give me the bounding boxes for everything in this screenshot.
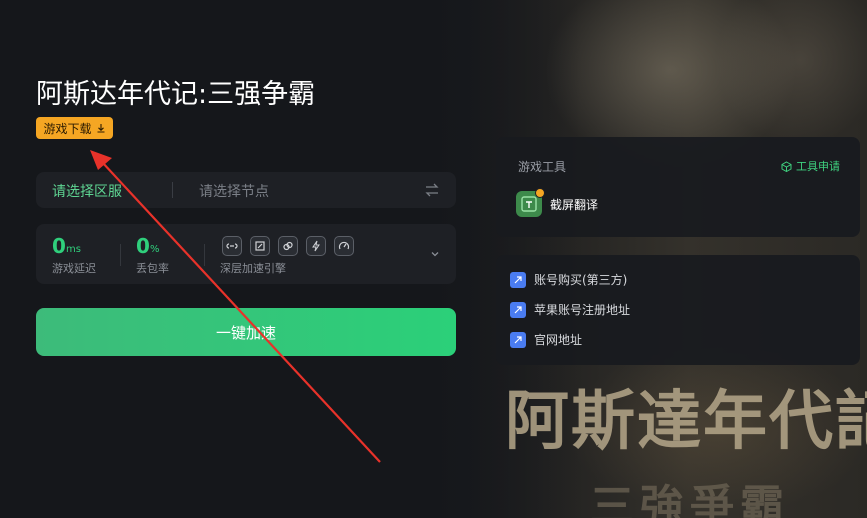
region-select[interactable]: 请选择区服 <box>52 181 122 201</box>
packet-loss-unit: % <box>150 244 160 255</box>
node-select[interactable]: 请选择节点 <box>199 181 269 201</box>
packet-loss-value: 0 <box>136 234 150 258</box>
tool-item-screenshot-translate[interactable]: 截屏翻译 <box>516 188 599 217</box>
network-stats-panel: 0 ms 游戏延迟 0 % 丢包率 深层加速引擎 <box>36 224 456 284</box>
packet-loss-label: 丢包率 <box>136 262 169 275</box>
bolt-icon[interactable] <box>306 236 326 256</box>
latency-value: 0 <box>52 234 66 258</box>
link-official-site[interactable]: 官网地址 <box>510 331 582 348</box>
link-label: 账号购买(第三方) <box>534 273 628 287</box>
link-label: 苹果账号注册地址 <box>534 303 631 317</box>
chevron-down-icon[interactable] <box>429 248 441 260</box>
engine-icon-row <box>222 236 354 256</box>
link-apple-account-register[interactable]: 苹果账号注册地址 <box>510 301 630 318</box>
external-link-icon <box>510 301 526 318</box>
game-tools-panel: 游戏工具 工具申请 截屏翻译 <box>496 137 860 237</box>
external-link-icon <box>510 331 526 348</box>
game-download-button[interactable]: 游戏下载 <box>36 117 113 139</box>
one-click-accelerate-button[interactable]: 一键加速 <box>36 308 456 356</box>
quick-links-panel: 账号购买(第三方) 苹果账号注册地址 官网地址 <box>496 255 860 365</box>
link-icon[interactable] <box>222 236 242 256</box>
server-selector: 请选择区服 请选择节点 <box>36 172 456 208</box>
latency-unit: ms <box>66 244 81 255</box>
tool-item-label: 截屏翻译 <box>550 197 599 212</box>
engine-label: 深层加速引擎 <box>220 262 286 275</box>
tool-apply-link[interactable]: 工具申请 <box>781 158 840 174</box>
link-label: 官网地址 <box>534 333 583 347</box>
selector-divider <box>172 182 173 198</box>
external-link-icon <box>510 271 526 288</box>
tool-badge <box>535 188 545 198</box>
cube-icon <box>781 160 792 172</box>
swap-icon[interactable] <box>424 182 440 198</box>
speed-icon[interactable] <box>334 236 354 256</box>
game-title: 阿斯达年代记:三强争霸 <box>36 79 316 110</box>
latency-label: 游戏延迟 <box>52 262 96 275</box>
background-game-title: 阿斯達年代記 <box>505 384 867 459</box>
game-download-label: 游戏下载 <box>43 121 92 136</box>
window-icon[interactable] <box>250 236 270 256</box>
link-account-purchase[interactable]: 账号购买(第三方) <box>510 271 627 288</box>
stats-divider <box>120 244 121 266</box>
download-icon <box>97 124 104 133</box>
tool-apply-label: 工具申请 <box>796 160 840 173</box>
background-game-subtitle: 三強爭霸 <box>590 481 790 518</box>
circles-icon[interactable] <box>278 236 298 256</box>
tools-title: 游戏工具 <box>518 160 567 174</box>
stats-divider <box>204 244 205 266</box>
screenshot-translate-icon <box>516 188 545 217</box>
